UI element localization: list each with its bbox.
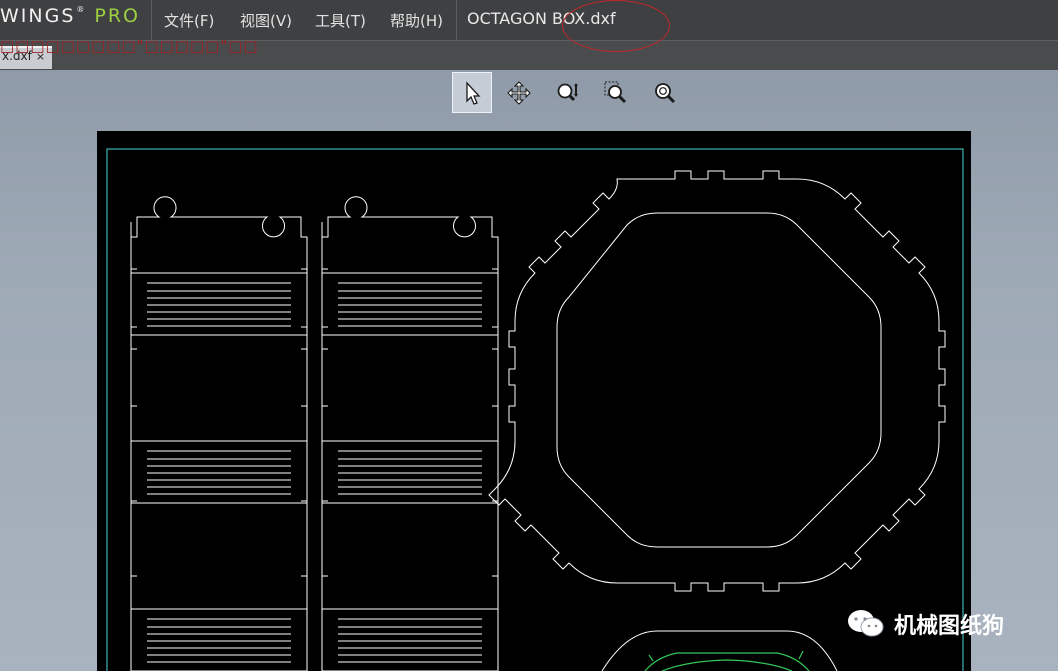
brand-edition: PRO <box>94 5 141 27</box>
menu-file[interactable]: 文件(F) <box>164 10 214 31</box>
menu-bar: WINGS® PRO 文件(F) 视图(V) 工具(T) 帮助(H) OCTAGO… <box>0 0 1058 40</box>
menu-help[interactable]: 帮助(H) <box>390 10 443 31</box>
zoom-extents-icon <box>655 82 676 103</box>
brand-name: WINGS <box>0 5 76 27</box>
menu-view[interactable]: 视图(V) <box>240 10 292 31</box>
menu-divider <box>151 0 152 40</box>
dxf-drawing <box>106 148 964 671</box>
lower-part-outline <box>601 630 838 671</box>
watermark-text: 机械图纸狗 <box>894 614 1005 639</box>
zoom-realtime-icon <box>557 82 578 101</box>
menu-tools[interactable]: 工具(T) <box>315 10 366 31</box>
zoom-window-button[interactable] <box>596 72 636 113</box>
drawing-canvas[interactable] <box>97 131 971 671</box>
zoom-window-icon <box>604 81 627 103</box>
registered-mark: ® <box>76 5 87 14</box>
pan-tool-button[interactable] <box>499 72 539 113</box>
watermark: 机械图纸狗 <box>846 609 1004 639</box>
view-toolbar <box>452 72 692 114</box>
zoom-tool-button[interactable] <box>548 72 588 113</box>
move-arrows-icon <box>507 80 531 105</box>
select-tool-button[interactable] <box>452 72 492 113</box>
cursor-arrow-icon <box>466 80 481 105</box>
sheet-border <box>106 148 964 671</box>
menu-divider <box>456 0 457 40</box>
app-logo: WINGS® PRO <box>0 5 140 27</box>
overlay-note: □□□□□□□□□"□□□□□"□□ <box>0 37 259 55</box>
zoom-extents-button[interactable] <box>645 72 685 113</box>
strip-part-left <box>130 196 308 671</box>
annotation-circle <box>562 0 670 52</box>
strip-part-right <box>321 196 499 671</box>
octagon-inner <box>556 212 882 548</box>
wechat-icon <box>848 610 884 637</box>
lower-part-green <box>644 650 810 671</box>
